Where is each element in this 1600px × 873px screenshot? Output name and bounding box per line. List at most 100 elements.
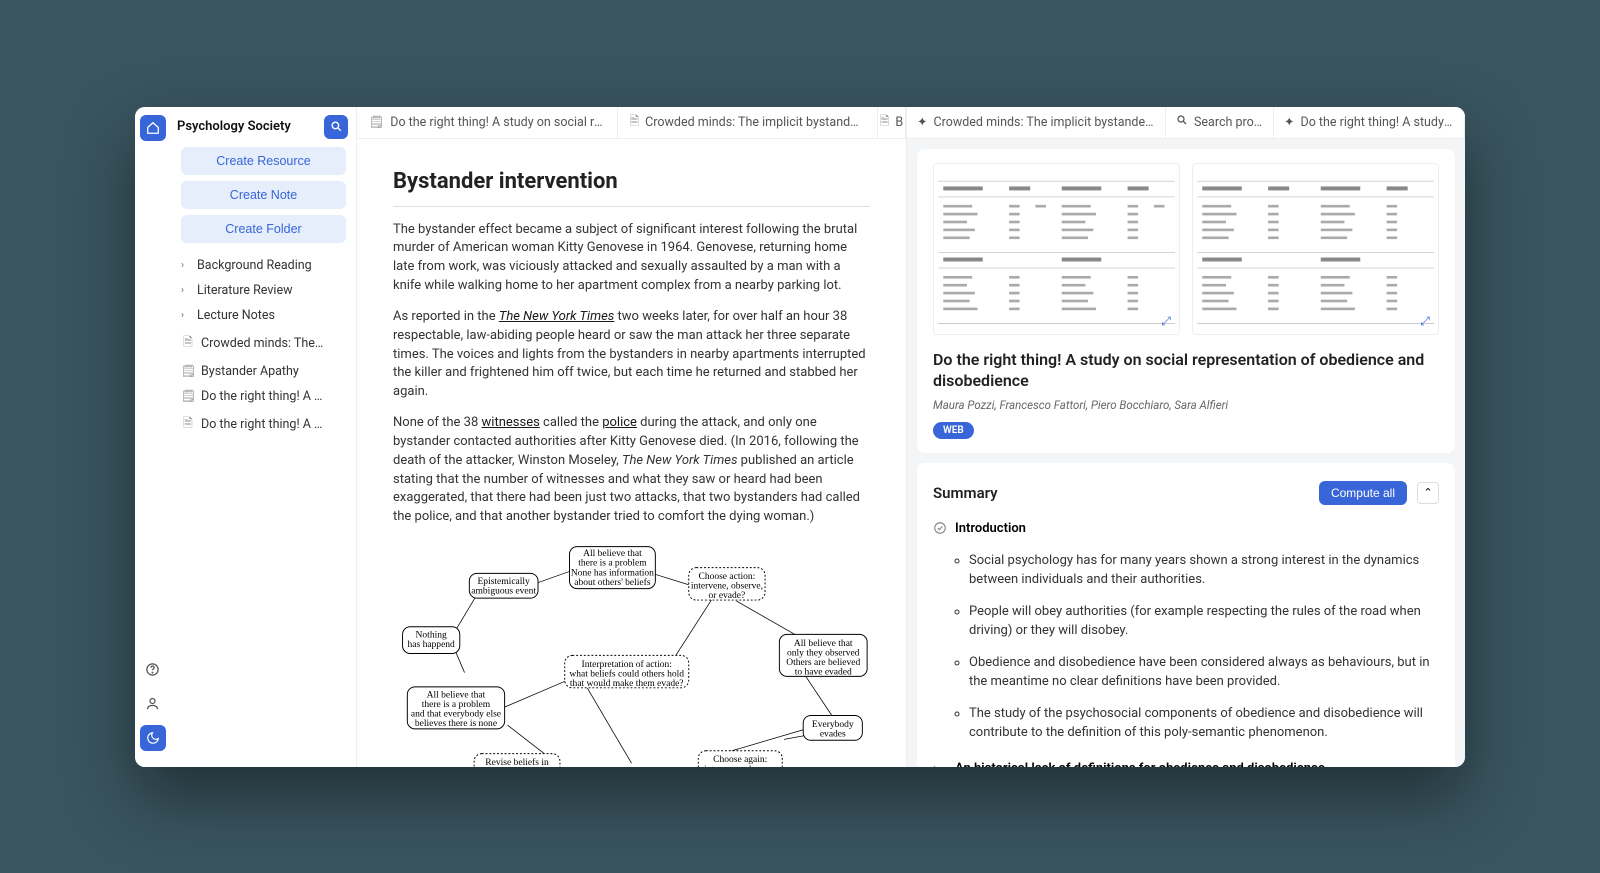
- document-icon: 🗎: [181, 414, 195, 435]
- tab-crowded-minds[interactable]: 🗎 Crowded minds: The implicit bystander …: [618, 107, 879, 138]
- tab-do-the-right-thing[interactable]: 🗒 Do the right thing! A study on social …: [357, 107, 618, 138]
- chevron-right-icon: ›: [181, 260, 191, 271]
- folder-background-reading[interactable]: ›Background Reading: [175, 253, 352, 278]
- sidebar-item-dotheright-note[interactable]: 🗒Do the right thing! A …: [175, 384, 352, 409]
- note-icon: 🗒: [369, 115, 384, 129]
- svg-text:about others' beliefs: about others' beliefs: [574, 577, 651, 588]
- svg-text:only they observed: only they observed: [787, 649, 860, 659]
- svg-text:Choose action:: Choose action:: [698, 572, 755, 582]
- svg-text:has happend: has happend: [408, 640, 456, 650]
- center-tabs: 🗒 Do the right thing! A study on social …: [357, 107, 906, 139]
- right-tab-dotheright[interactable]: ✦ Do the right thing! A study on: [1274, 107, 1465, 138]
- note-icon: 🗒: [181, 389, 195, 403]
- chevron-up-icon[interactable]: ⌃: [1417, 482, 1439, 504]
- divider: [393, 206, 870, 207]
- right-tab-crowded[interactable]: ✦ Crowded minds: The implicit bystander …: [907, 107, 1166, 138]
- user-icon[interactable]: [140, 691, 166, 717]
- bullet: People will obey authorities (for exampl…: [969, 602, 1439, 641]
- sidebar-item-bystander[interactable]: 🗒Bystander Apathy: [175, 359, 352, 384]
- icon-rail: [135, 107, 171, 767]
- create-resource-button[interactable]: Create Resource: [181, 147, 346, 175]
- bullet: Social psychology has for many years sho…: [969, 551, 1439, 590]
- theme-icon[interactable]: [140, 725, 166, 751]
- sidebar: Psychology Society Create Resource Creat…: [171, 107, 357, 767]
- flowchart-diagram: Nothing has happend Epistemically ambigu…: [393, 539, 870, 766]
- document-icon: 🗎: [630, 112, 640, 133]
- create-buttons: Create Resource Create Note Create Folde…: [171, 147, 356, 243]
- svg-text:or evade?: or evade?: [709, 591, 746, 601]
- svg-text:ambiguous event: ambiguous event: [471, 587, 536, 597]
- right-tab-search[interactable]: Search project: [1166, 107, 1274, 138]
- expand-icon[interactable]: ⤢: [1417, 314, 1433, 330]
- svg-text:Others are believed: Others are believed: [786, 658, 860, 668]
- app-window: Psychology Society Create Resource Creat…: [135, 107, 1465, 767]
- project-title: Psychology Society: [177, 119, 318, 134]
- summary-bullets: Social psychology has for many years sho…: [969, 551, 1439, 743]
- svg-text:there is a problem: there is a problem: [422, 700, 491, 710]
- right-tabs: ✦ Crowded minds: The implicit bystander …: [907, 107, 1465, 139]
- chevron-right-icon: ›: [181, 285, 191, 296]
- document-card: ⤢: [917, 149, 1455, 453]
- document-authors: Maura Pozzi, Francesco Fattori, Piero Bo…: [933, 398, 1439, 412]
- document-icon: 🗎: [880, 112, 890, 133]
- sparkle-icon: ✦: [917, 114, 927, 130]
- svg-text:Epistemically: Epistemically: [478, 577, 531, 587]
- chevron-right-icon: ›: [933, 761, 947, 767]
- svg-text:that would make them evade?: that would make them evade?: [570, 679, 684, 689]
- svg-text:what beliefs could others hold: what beliefs could others hold: [569, 669, 684, 680]
- svg-text:believes there is none: believes there is none: [415, 719, 497, 729]
- article-scroll[interactable]: Bystander intervention The bystander eff…: [357, 139, 906, 767]
- chevron-right-icon: ›: [181, 310, 191, 321]
- check-circle-icon: [933, 521, 947, 539]
- article-paragraph-2: As reported in the The New York Times tw…: [393, 308, 870, 402]
- search-icon: [1176, 114, 1188, 130]
- create-folder-button[interactable]: Create Folder: [181, 215, 346, 243]
- folder-lecture-notes[interactable]: ›Lecture Notes: [175, 303, 352, 328]
- sparkle-icon: ✦: [1284, 114, 1294, 130]
- document-icon: 🗎: [181, 333, 195, 354]
- preview-tables: ⤢: [933, 163, 1439, 335]
- svg-text:Nothing: Nothing: [416, 630, 447, 640]
- compute-all-button[interactable]: Compute all: [1319, 481, 1407, 505]
- section-historical-lack[interactable]: › An historical lack of definitions for …: [933, 755, 1439, 767]
- svg-text:intervene, observe,: intervene, observe,: [691, 582, 763, 592]
- summary-title: Summary: [933, 484, 1309, 502]
- summary-card: Summary Compute all ⌃ Introduction Socia…: [917, 463, 1455, 767]
- svg-text:Everybody: Everybody: [812, 720, 854, 730]
- home-icon[interactable]: [140, 115, 166, 141]
- file-tree: ›Background Reading ›Literature Review ›…: [171, 253, 356, 440]
- preview-table-1[interactable]: ⤢: [933, 163, 1180, 335]
- svg-text:All believe that: All believe that: [427, 691, 486, 701]
- svg-text:intervene, observe,: intervene, observe,: [704, 765, 776, 767]
- svg-text:evades: evades: [820, 730, 846, 740]
- web-badge: WEB: [933, 422, 974, 439]
- bullet: The study of the psychosocial components…: [969, 704, 1439, 743]
- sidebar-header: Psychology Society: [171, 107, 356, 147]
- svg-text:Revise beliefs in: Revise beliefs in: [485, 757, 549, 766]
- witnesses-link[interactable]: witnesses: [482, 415, 540, 430]
- help-icon[interactable]: [140, 657, 166, 683]
- summary-header: Summary Compute all ⌃: [933, 477, 1439, 515]
- svg-text:All believe that: All believe that: [794, 639, 853, 649]
- preview-table-2[interactable]: ⤢: [1192, 163, 1439, 335]
- search-icon[interactable]: [324, 115, 348, 139]
- svg-text:Choose again:: Choose again:: [713, 755, 767, 765]
- expand-icon[interactable]: ⤢: [1158, 314, 1174, 330]
- bullet: Obedience and disobedience have been con…: [969, 653, 1439, 692]
- article-paragraph-3: None of the 38 witnesses called the poli…: [393, 414, 870, 527]
- right-column: ✦ Crowded minds: The implicit bystander …: [907, 107, 1465, 767]
- document-title: Do the right thing! A study on social re…: [933, 349, 1439, 392]
- nyt-link[interactable]: The New York Times: [499, 309, 614, 324]
- police-link[interactable]: police: [602, 415, 637, 430]
- article-paragraph-1: The bystander effect became a subject of…: [393, 221, 870, 296]
- right-body-scroll[interactable]: ⤢: [907, 139, 1465, 767]
- section-introduction[interactable]: Introduction: [933, 515, 1439, 545]
- create-note-button[interactable]: Create Note: [181, 181, 346, 209]
- tab-b[interactable]: 🗎 B: [878, 107, 906, 138]
- folder-literature-review[interactable]: ›Literature Review: [175, 278, 352, 303]
- svg-text:None has information: None has information: [571, 567, 654, 578]
- svg-text:All believe that: All believe that: [583, 549, 642, 559]
- note-icon: 🗒: [181, 364, 195, 378]
- sidebar-item-crowded[interactable]: 🗎Crowded minds: The…: [175, 328, 352, 359]
- sidebar-item-dotheright-doc[interactable]: 🗎Do the right thing! A …: [175, 409, 352, 440]
